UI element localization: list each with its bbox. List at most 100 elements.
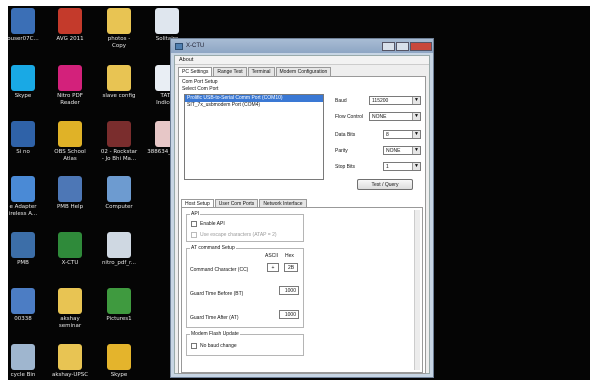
media-icon — [107, 121, 131, 147]
tab-pc-settings[interactable]: PC Settings — [178, 67, 213, 76]
scrollbar[interactable] — [414, 210, 420, 370]
folder-icon — [58, 344, 82, 370]
desktop-icon-label: Skype — [110, 372, 128, 378]
desktop-icon[interactable]: PMB — [8, 232, 48, 267]
at-command-group-label: AT command Setup — [190, 245, 236, 251]
desktop-icon-label: Computer — [105, 204, 133, 210]
guard-time-after-input[interactable]: 1000 — [279, 310, 299, 319]
parity-value: NONE — [386, 148, 401, 154]
desktop-icon-label: nitro_pdf_r... — [101, 260, 137, 266]
flow-control-select[interactable]: NONE ▼ — [369, 112, 421, 121]
folder-icon — [107, 65, 131, 91]
nitro-icon — [58, 65, 82, 91]
no-baud-change-label: No baud change — [200, 343, 237, 349]
desktop-icon-label: 02 - Rockstar - Jo Bhi Ma... — [100, 149, 138, 162]
port-item-selected[interactable]: Prolific USB-to-Serial Comm Port (COM10) — [185, 95, 323, 102]
desktop-icon-label: cycle Bin — [10, 372, 36, 378]
pictures-icon — [107, 288, 131, 314]
desktop-icon[interactable]: Pictures1 — [94, 288, 144, 323]
desktop-icon-label: Skype — [14, 93, 32, 99]
tab-range-test[interactable]: Range Test — [213, 67, 247, 76]
enable-api-label: Enable API — [200, 221, 225, 227]
tab-terminal[interactable]: Terminal — [247, 67, 275, 76]
maximize-button[interactable] — [396, 41, 409, 51]
desktop-icon[interactable]: Skype — [94, 344, 144, 379]
no-baud-change-checkbox[interactable] — [191, 343, 197, 349]
desktop-icon-label: akshay seminar — [58, 316, 82, 329]
desktop-icon[interactable]: Computer — [94, 176, 144, 211]
desktop-icon[interactable]: Nitro PDF Reader — [45, 65, 95, 106]
desktop-icon[interactable]: 02 - Rockstar - Jo Bhi Ma... — [94, 121, 144, 162]
test-query-button[interactable]: Test / Query — [357, 179, 413, 190]
computer-icon — [107, 176, 131, 202]
desktop-icon[interactable]: AVG 2011 — [45, 8, 95, 43]
desktop-icon[interactable]: PMB Help — [45, 176, 95, 211]
desktop-icon-label: Si no — [16, 149, 30, 155]
minimize-button[interactable] — [382, 41, 395, 51]
menu-about[interactable]: About — [175, 56, 429, 65]
use-escape-checkbox[interactable] — [191, 232, 197, 238]
pmb-icon — [11, 232, 35, 258]
app-icon — [11, 121, 35, 147]
guard-time-before-label: Guard Time Before (BT) — [190, 291, 244, 297]
atlas-icon — [58, 121, 82, 147]
desktop-icon-label: slave config — [102, 93, 136, 99]
desktop-icon[interactable]: akshay-UPSC — [45, 344, 95, 379]
ascii-label: ASCII — [265, 253, 279, 259]
skype-setup-icon — [107, 344, 131, 370]
pc-settings-panel: Com Port Setup Select Com Port Prolific … — [178, 76, 426, 374]
command-character-label: Command Character (CC) — [190, 267, 249, 273]
title-bar[interactable]: X-CTU — [171, 39, 433, 53]
guard-time-before-input[interactable]: 1000 — [279, 286, 299, 295]
desktop-icon-label: photos - Copy — [107, 36, 131, 49]
desktop-icon[interactable]: Si no — [8, 121, 48, 156]
desktop-icon-label: AVG 2011 — [56, 36, 84, 42]
desktop-icon[interactable]: OBS School Atlas — [45, 121, 95, 162]
enable-api-checkbox[interactable] — [191, 221, 197, 227]
baud-select[interactable]: 115200 ▼ — [369, 96, 421, 105]
baud-value: 115200 — [372, 98, 389, 104]
desktop-icon[interactable]: slave config — [94, 65, 144, 100]
command-character-ascii-input[interactable]: + — [267, 263, 279, 272]
desktop-icon[interactable]: 00338 — [8, 288, 48, 323]
stop-bits-select[interactable]: 1 ▼ — [383, 162, 421, 171]
hex-label: Hex — [285, 253, 294, 259]
chevron-down-icon: ▼ — [412, 97, 420, 104]
guard-time-after-label: Guard Time After (AT) — [190, 315, 239, 321]
flow-control-label: Flow Control — [335, 114, 364, 120]
port-item[interactable]: SIT_7x_usbmodem Port (COM4) — [185, 102, 323, 109]
avg-icon — [58, 8, 82, 34]
desktop-icon[interactable]: ouser07C... — [8, 8, 48, 43]
desktop-icon-label: PMB — [17, 260, 29, 266]
file-icon — [11, 288, 35, 314]
parity-select[interactable]: NONE ▼ — [383, 146, 421, 155]
recycle-bin-icon — [11, 344, 35, 370]
desktop-icon[interactable]: Skype — [8, 65, 48, 100]
desktop-icon[interactable]: e Adapter ireless A... — [8, 176, 48, 217]
command-character-hex-input[interactable]: 2B — [284, 263, 298, 272]
stop-bits-label: Stop Bits — [335, 164, 356, 170]
host-setup-panel: API Enable API Use escape characters (AT… — [181, 207, 423, 373]
parity-label: Parity — [335, 148, 348, 154]
api-group: API Enable API Use escape characters (AT… — [186, 211, 304, 242]
tab-modem-configuration[interactable]: Modem Configuration — [275, 67, 332, 76]
window-title: X-CTU — [186, 43, 205, 49]
baud-label: Baud — [335, 98, 347, 104]
desktop-icon-label: Pictures1 — [106, 316, 132, 322]
desktop-icon[interactable]: nitro_pdf_r... — [94, 232, 144, 267]
com-port-setup-label: Com Port Setup — [182, 79, 218, 85]
desktop-icon[interactable]: cycle Bin — [8, 344, 48, 379]
desktop-icon[interactable]: X-CTU — [45, 232, 95, 267]
chevron-down-icon: ▼ — [412, 113, 420, 120]
desktop-icon-label: Nitro PDF Reader — [57, 93, 83, 106]
desktop-icon-label: 00338 — [14, 316, 32, 322]
use-escape-label: Use escape characters (ATAP = 2) — [200, 232, 277, 238]
modem-flash-group: Modem Flash Update No baud change — [186, 331, 304, 356]
xctu-window: X-CTU About PC Settings Range Test Termi… — [170, 38, 434, 378]
desktop-icon[interactable]: akshay seminar — [45, 288, 95, 329]
at-command-group: AT command Setup ASCII Hex Command Chara… — [186, 245, 304, 328]
desktop-icon[interactable]: photos - Copy — [94, 8, 144, 49]
data-bits-select[interactable]: 8 ▼ — [383, 130, 421, 139]
close-button[interactable] — [410, 41, 432, 51]
com-port-list[interactable]: Prolific USB-to-Serial Comm Port (COM10)… — [184, 94, 324, 180]
